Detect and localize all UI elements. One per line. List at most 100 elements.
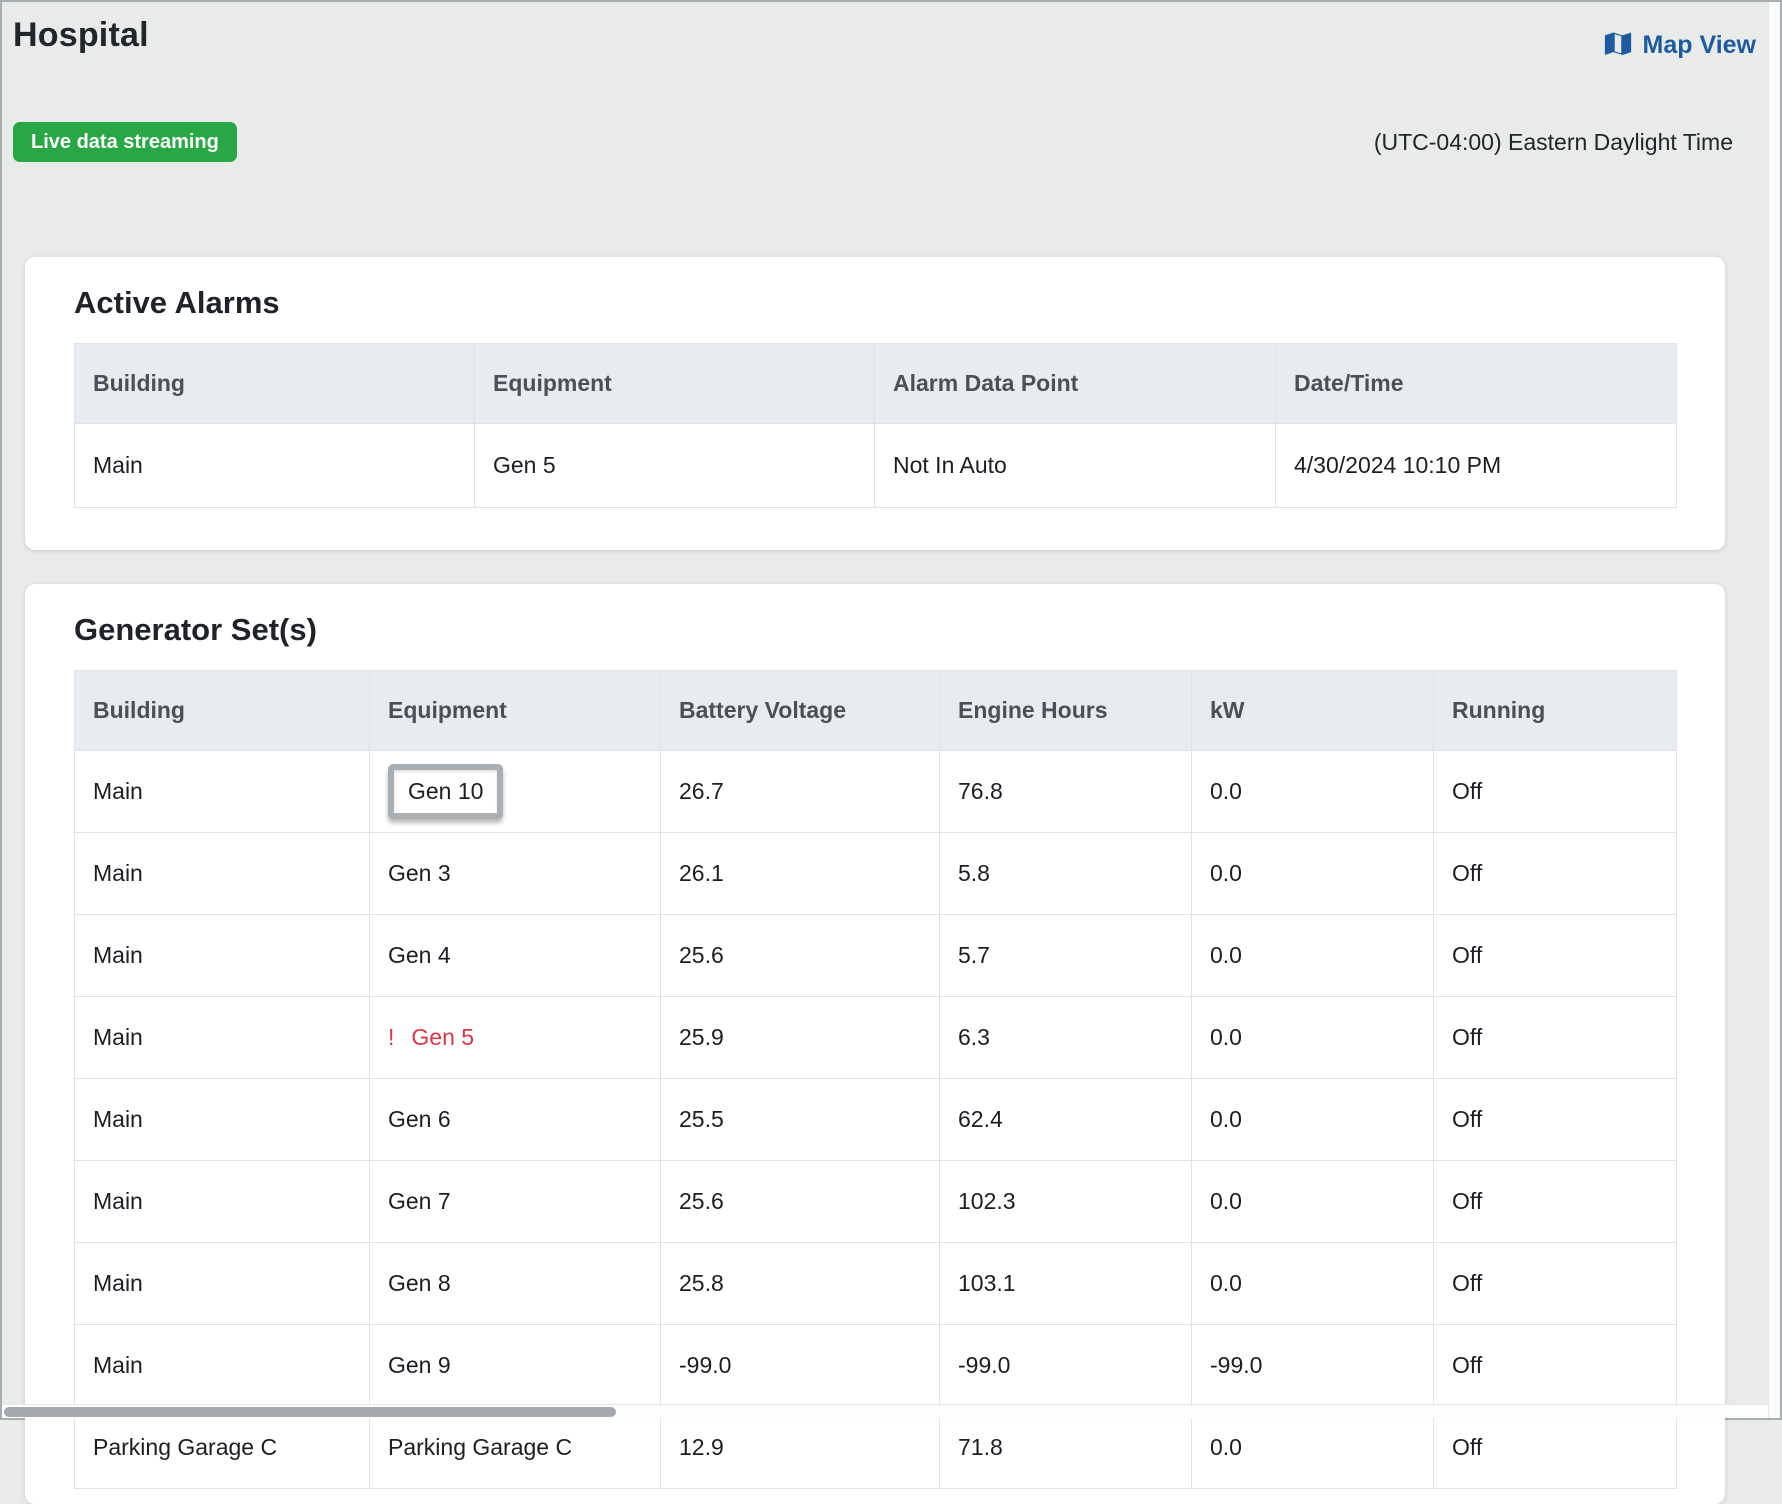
cell-running: Off [1434,751,1677,833]
cell-kw: -99.0 [1192,1325,1434,1407]
equipment-link[interactable]: Parking Garage C [388,1434,572,1460]
cell-running: Off [1434,915,1677,997]
cell-kw: 0.0 [1192,997,1434,1079]
cell-equipment: Gen 8 [370,1243,661,1325]
cell-kw: 0.0 [1192,1243,1434,1325]
active-alarms-title: Active Alarms [74,285,1676,321]
cell-engine-hours: 62.4 [940,1079,1192,1161]
cell-battery-voltage: -99.0 [661,1325,940,1407]
cell-kw: 0.0 [1192,1407,1434,1489]
cell-building: Main [75,1161,370,1243]
equipment-link[interactable]: Gen 5 [411,1024,474,1050]
cell-kw: 0.0 [1192,1161,1434,1243]
alarm-icon: ! [388,1024,394,1050]
horizontal-scrollbar[interactable] [2,1404,1768,1418]
col-header-running: Running [1434,671,1677,751]
cell-running: Off [1434,997,1677,1079]
cell-engine-hours: -99.0 [940,1325,1192,1407]
page-title: Hospital [13,16,149,55]
col-header-engine-hours: Engine Hours [940,671,1192,751]
cell-equipment: Gen 10 [370,751,661,833]
cell-building: Parking Garage C [75,1407,370,1489]
table-row: Main Gen 3 26.1 5.8 0.0 Off [75,833,1677,915]
cell-battery-voltage: 25.8 [661,1243,940,1325]
cell-battery-voltage: 26.7 [661,751,940,833]
cell-battery-voltage: 25.6 [661,915,940,997]
cell-engine-hours: 5.8 [940,833,1192,915]
cell-engine-hours: 76.8 [940,751,1192,833]
cell-equipment: Parking Garage C [370,1407,661,1489]
cell-running: Off [1434,1325,1677,1407]
cell-building: Main [75,833,370,915]
col-header-building: Building [75,671,370,751]
col-header-equipment: Equipment [475,344,875,424]
cell-equipment: Gen 5 [475,424,875,508]
equipment-link[interactable]: Gen 8 [388,1270,451,1296]
equipment-link[interactable]: Gen 5 [493,452,556,478]
table-row: Main Gen 7 25.6 102.3 0.0 Off [75,1161,1677,1243]
cell-kw: 0.0 [1192,833,1434,915]
cell-engine-hours: 5.7 [940,915,1192,997]
cell-kw: 0.0 [1192,751,1434,833]
table-row: Parking Garage C Parking Garage C 12.9 7… [75,1407,1677,1489]
map-icon [1603,30,1633,60]
cell-running: Off [1434,1079,1677,1161]
table-row: Main Gen 4 25.6 5.7 0.0 Off [75,915,1677,997]
cell-equipment: Gen 9 [370,1325,661,1407]
map-view-label: Map View [1643,31,1756,60]
table-row: Main Gen 10 26.7 76.8 0.0 Off [75,751,1677,833]
cell-kw: 0.0 [1192,915,1434,997]
cell-battery-voltage: 25.5 [661,1079,940,1161]
cell-equipment: Gen 4 [370,915,661,997]
cell-date-time: 4/30/2024 10:10 PM [1276,424,1677,508]
col-header-battery-voltage: Battery Voltage [661,671,940,751]
equipment-link[interactable]: Gen 7 [388,1188,451,1214]
equipment-link[interactable]: Gen 9 [388,1352,451,1378]
table-row: Main ! Gen 5 25.9 6.3 0.0 Off [75,997,1677,1079]
status-row: Live data streaming (UTC-04:00) Eastern … [13,122,1733,162]
cell-engine-hours: 102.3 [940,1161,1192,1243]
cell-equipment-alarm: ! Gen 5 [370,997,661,1079]
cell-building: Main [75,1325,370,1407]
equipment-link-focused[interactable]: Gen 10 [388,764,503,819]
cell-equipment: Gen 6 [370,1079,661,1161]
equipment-link[interactable]: Gen 4 [388,942,451,968]
equipment-link[interactable]: Gen 6 [388,1106,451,1132]
cell-battery-voltage: 12.9 [661,1407,940,1489]
cell-alarm-data-point: Not In Auto [875,424,1276,508]
cell-battery-voltage: 25.6 [661,1161,940,1243]
col-header-alarm-data-point: Alarm Data Point [875,344,1276,424]
cell-equipment: Gen 7 [370,1161,661,1243]
col-header-date-time: Date/Time [1276,344,1677,424]
table-row: Main Gen 9 -99.0 -99.0 -99.0 Off [75,1325,1677,1407]
live-data-badge: Live data streaming [13,122,237,162]
vertical-scrollbar[interactable] [1768,2,1780,1418]
cell-engine-hours: 103.1 [940,1243,1192,1325]
equipment-link[interactable]: Gen 3 [388,860,451,886]
generator-sets-card: Generator Set(s) Building Equipment Batt… [25,584,1725,1504]
generator-sets-table: Building Equipment Battery Voltage Engin… [74,670,1677,1489]
table-header-row: Building Equipment Alarm Data Point Date… [75,344,1677,424]
cell-battery-voltage: 25.9 [661,997,940,1079]
cell-building: Main [75,1243,370,1325]
cell-running: Off [1434,833,1677,915]
col-header-equipment: Equipment [370,671,661,751]
horizontal-scrollbar-thumb[interactable] [4,1407,616,1417]
cell-equipment: Gen 3 [370,833,661,915]
cell-running: Off [1434,1407,1677,1489]
cell-building: Main [75,997,370,1079]
cell-building: Main [75,915,370,997]
cell-battery-voltage: 26.1 [661,833,940,915]
col-header-building: Building [75,344,475,424]
active-alarms-card: Active Alarms Building Equipment Alarm D… [25,257,1725,550]
table-row: Main Gen 8 25.8 103.1 0.0 Off [75,1243,1677,1325]
table-row: Main Gen 5 Not In Auto 4/30/2024 10:10 P… [75,424,1677,508]
page-header: Hospital Map View [13,16,1756,60]
map-view-link[interactable]: Map View [1603,30,1756,60]
table-row: Main Gen 6 25.5 62.4 0.0 Off [75,1079,1677,1161]
cell-running: Off [1434,1243,1677,1325]
active-alarms-table: Building Equipment Alarm Data Point Date… [74,343,1677,508]
cell-engine-hours: 6.3 [940,997,1192,1079]
cell-running: Off [1434,1161,1677,1243]
timezone-label: (UTC-04:00) Eastern Daylight Time [1374,129,1733,156]
